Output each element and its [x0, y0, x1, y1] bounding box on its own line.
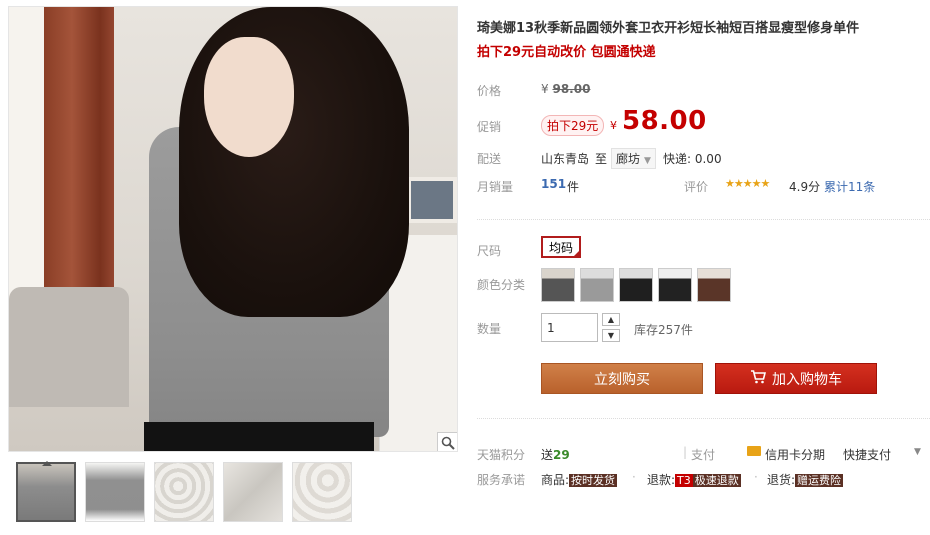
price-label: 价格: [477, 84, 502, 98]
separator: ·: [632, 470, 636, 484]
points-label: 天猫积分: [477, 448, 526, 462]
promise-goods: 商品: 按时发货: [541, 473, 618, 487]
model-hair: [179, 7, 409, 317]
destination-city-select[interactable]: 廊坊 ▼: [611, 148, 656, 169]
installment-link[interactable]: 信用卡分期: [765, 446, 825, 463]
product-title: 琦美娜13秋季新品圆领外套卫衣开衫短长袖短百搭显瘦型修身单件: [477, 21, 860, 36]
promise-refund: 退款: T3 极速退款: [647, 473, 741, 487]
promo-label: 促销: [477, 120, 502, 134]
credit-card-icon: [747, 446, 761, 456]
currency-symbol: ¥: [610, 119, 617, 132]
promise-tag: 赠运费险: [795, 474, 844, 487]
promo-tag: 拍下29元: [541, 115, 605, 136]
color-swatch[interactable]: [697, 268, 731, 302]
rating-label: 评价: [684, 180, 709, 194]
background-sofa: [9, 287, 129, 407]
original-price: ¥ 98.00: [541, 82, 590, 96]
thumbnail-strip: [16, 461, 352, 522]
background-frame: [407, 177, 457, 223]
thumbnail-4[interactable]: [223, 462, 283, 522]
monthly-sales-label: 月销量: [477, 180, 514, 194]
stock-count: 库存257件: [634, 323, 693, 337]
main-product-image[interactable]: [8, 6, 458, 452]
divider: [477, 219, 930, 220]
rating-score: 4.9分: [789, 180, 821, 194]
cart-icon: [750, 369, 767, 388]
monthly-sales-count: 151: [541, 177, 567, 191]
points-value: 送29: [541, 448, 570, 462]
chevron-down-icon[interactable]: ▼: [914, 447, 921, 457]
rating-stars: ★★★★★: [725, 177, 770, 190]
promise-tag: 极速退款: [692, 474, 741, 487]
destination-city: 廊坊: [616, 152, 641, 166]
monthly-sales-unit: 件: [567, 180, 580, 194]
buy-now-button[interactable]: 立刻购买: [541, 363, 703, 394]
background-window: [9, 7, 45, 307]
add-to-cart-button[interactable]: 加入购物车: [715, 363, 877, 394]
thumbnail-3[interactable]: [154, 462, 214, 522]
chevron-up-icon: ▲: [607, 315, 615, 324]
thumbnail-2[interactable]: [85, 462, 145, 522]
currency-symbol: ¥: [541, 82, 549, 96]
quick-pay-link[interactable]: 快捷支付: [843, 446, 891, 463]
size-option-selected[interactable]: 均码: [541, 236, 581, 258]
chevron-down-icon: ▼: [644, 156, 651, 166]
model-skirt: [144, 422, 374, 451]
color-swatch[interactable]: [580, 268, 614, 302]
promise-return: 退货: 赠运费险: [767, 473, 844, 487]
quantity-label: 数量: [477, 322, 502, 336]
thumbnail-5[interactable]: [292, 462, 352, 522]
reviews-link[interactable]: 累计11条: [824, 178, 875, 195]
separator: |: [683, 445, 688, 459]
original-price-value: 98.00: [552, 82, 591, 96]
product-detail-panel: 琦美娜13秋季新品圆领外套卫衣开衫短长袖短百搭显瘦型修身单件 拍下29元自动改价…: [477, 0, 930, 535]
color-swatch[interactable]: [658, 268, 692, 302]
model-face: [204, 37, 294, 157]
ship-to-word: 至: [595, 152, 608, 166]
magnifier-icon[interactable]: [437, 432, 457, 451]
quantity-input[interactable]: [541, 313, 598, 342]
promise-badge: T3: [675, 474, 693, 487]
shipping-fee: 快递: 0.00: [663, 152, 722, 166]
separator: ·: [754, 470, 758, 484]
divider: [477, 418, 930, 419]
shipping-label: 配送: [477, 152, 502, 166]
promo-price: 58.00: [622, 106, 707, 136]
buy-now-label: 立刻购买: [594, 371, 650, 388]
quantity-increase-button[interactable]: ▲: [602, 313, 620, 326]
color-swatch[interactable]: [541, 268, 575, 302]
color-swatch[interactable]: [619, 268, 653, 302]
service-promise-label: 服务承诺: [477, 473, 526, 487]
selected-check-icon: [572, 249, 581, 258]
size-option-label: 均码: [548, 240, 573, 255]
ship-from: 山东青岛: [541, 152, 590, 166]
size-label: 尺码: [477, 244, 502, 258]
thumbnail-1[interactable]: [16, 461, 76, 522]
color-label: 颜色分类: [477, 278, 526, 292]
product-subtitle: 拍下29元自动改价 包圆通快递: [477, 45, 656, 60]
payment-label: 支付: [691, 448, 716, 462]
color-swatches: [541, 268, 731, 302]
add-to-cart-label: 加入购物车: [772, 371, 842, 388]
chevron-down-icon: ▼: [607, 331, 615, 340]
quantity-decrease-button[interactable]: ▼: [602, 329, 620, 342]
promise-tag: 按时发货: [569, 474, 618, 487]
